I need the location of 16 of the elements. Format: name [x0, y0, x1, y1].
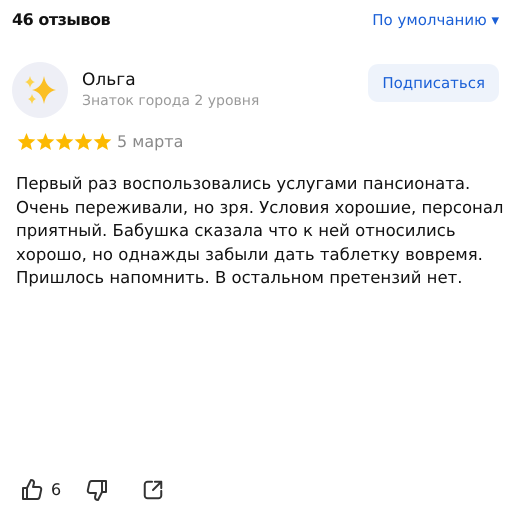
- sort-dropdown[interactable]: По умолчанию ▾: [372, 8, 499, 32]
- star-icon: [36, 133, 55, 151]
- author-name: Ольга: [82, 69, 137, 91]
- review-count: 46 отзывов: [12, 9, 110, 31]
- thumbs-up-icon: [20, 478, 44, 502]
- review-date: 5 марта: [117, 131, 184, 153]
- dislike-icon[interactable]: [85, 478, 110, 502]
- star-icon: [74, 133, 93, 151]
- star-icon: [55, 133, 74, 151]
- author-level: Знаток города 2 уровня: [82, 92, 260, 111]
- share-icon[interactable]: [142, 479, 164, 501]
- star-icon: [93, 133, 112, 151]
- like-button[interactable]: 6: [20, 478, 62, 502]
- review-text: Первый раз воспользовались услугами пансионата. Очень переживали, но зря. Условия хорошие, персонал приятный. Бабушка сказала что к ней относились хорошо, но однажды забыли дать таблетку вовремя. Пришлось напомнить. В остальном претензий нет.: [16, 173, 504, 289]
- star-icon: [17, 133, 36, 151]
- subscribe-button[interactable]: Подписаться: [368, 64, 499, 102]
